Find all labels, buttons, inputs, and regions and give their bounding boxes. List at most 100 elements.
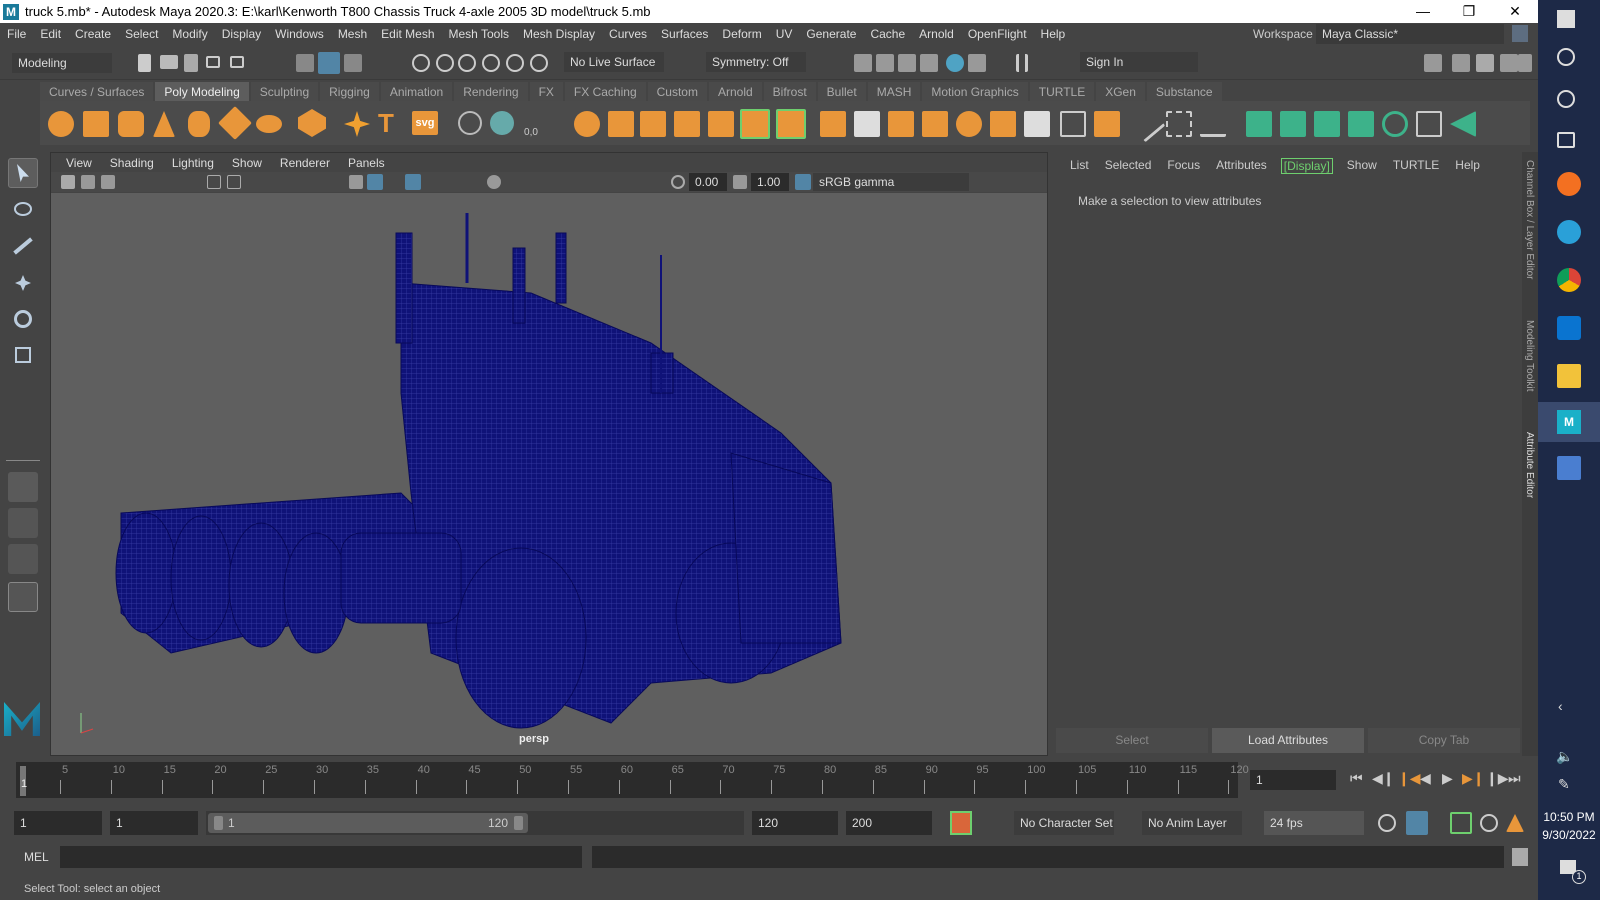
script-editor-icon[interactable] — [1512, 848, 1528, 866]
tab-fx-caching[interactable]: FX Caching — [564, 82, 646, 101]
color-management-icon[interactable] — [795, 174, 811, 190]
menu-mesh-display[interactable]: Mesh Display — [516, 27, 602, 41]
poly-cube-icon[interactable] — [83, 111, 109, 137]
snap-curve-icon[interactable] — [436, 54, 454, 72]
auto-key-icon[interactable] — [950, 811, 972, 835]
tab-bullet[interactable]: Bullet — [817, 82, 866, 101]
grid-icon[interactable] — [207, 175, 221, 189]
menu-display[interactable]: Display — [215, 27, 268, 41]
poly-cone-icon[interactable] — [153, 111, 175, 137]
select-tool-icon[interactable] — [8, 158, 38, 188]
save-scene-icon[interactable] — [184, 54, 198, 72]
new-scene-icon[interactable] — [138, 54, 151, 72]
pen-icon[interactable]: ✎ — [1558, 776, 1570, 793]
tab-attribute-editor[interactable]: Attribute Editor — [1524, 432, 1535, 498]
clock-time[interactable]: 10:50 PM — [1538, 810, 1600, 824]
append-polygon-icon[interactable] — [888, 111, 914, 137]
live-surface-field[interactable]: No Live Surface — [564, 52, 664, 72]
playback-start-field[interactable]: 1 — [110, 811, 198, 835]
colorspace-dropdown[interactable]: sRGB gamma — [813, 173, 969, 191]
edge-icon[interactable] — [1557, 220, 1581, 244]
scene-end-field[interactable]: 200 — [846, 811, 932, 835]
minimize-button[interactable]: — — [1400, 0, 1446, 23]
menu-file[interactable]: File — [0, 27, 33, 41]
attr-menu-help[interactable]: Help — [1447, 158, 1488, 174]
time-slider[interactable]: 1 5 10 15 20 25 30 35 40 45 50 55 60 65 70 75 80 85 90 95 1… — [16, 762, 1249, 798]
render-view-icon[interactable] — [968, 54, 986, 72]
snap-surface-icon[interactable] — [506, 54, 524, 72]
restore-button[interactable]: ❐ — [1446, 0, 1492, 23]
camera-attributes-icon[interactable] — [81, 175, 95, 189]
load-attributes-button[interactable]: Load Attributes — [1212, 728, 1364, 753]
offset-edge-loop-icon[interactable] — [990, 111, 1016, 137]
uv-planar-icon[interactable] — [1246, 111, 1272, 137]
wireframe-icon[interactable] — [349, 175, 363, 189]
go-to-end-icon[interactable]: ⏭ — [1508, 770, 1521, 787]
scale-tool-icon[interactable] — [8, 340, 38, 370]
select-hierarchy-icon[interactable] — [296, 54, 314, 72]
tab-substance[interactable]: Substance — [1146, 82, 1222, 101]
attribute-editor-toggle-icon[interactable] — [1476, 54, 1494, 72]
tab-mash[interactable]: MASH — [867, 82, 921, 101]
sound-icon[interactable] — [1450, 812, 1472, 834]
tab-turtle[interactable]: TURTLE — [1029, 82, 1095, 101]
combine-icon[interactable] — [574, 111, 600, 137]
attr-menu-attributes[interactable]: Attributes — [1208, 158, 1275, 174]
play-forwards-icon[interactable]: ▶ — [1442, 770, 1453, 787]
menu-set-dropdown[interactable]: Modeling — [12, 53, 112, 73]
tab-motion-graphics[interactable]: Motion Graphics — [922, 82, 1028, 101]
uv-automatic-icon[interactable] — [1348, 111, 1374, 137]
panel-menu-shading[interactable]: Shading — [101, 156, 163, 170]
menu-windows[interactable]: Windows — [268, 27, 331, 41]
four-view-layout-icon[interactable] — [8, 508, 38, 538]
copy-tab-button[interactable]: Copy Tab — [1368, 728, 1520, 753]
fill-hole-icon[interactable] — [854, 111, 880, 137]
platonic-solid-icon[interactable] — [298, 109, 326, 137]
menu-edit[interactable]: Edit — [33, 27, 68, 41]
menu-mesh-tools[interactable]: Mesh Tools — [442, 27, 516, 41]
paint-select-tool-icon[interactable] — [8, 232, 38, 262]
loop-icon[interactable] — [1378, 814, 1396, 832]
poly-cylinder-icon[interactable] — [118, 111, 144, 137]
range-slider-track[interactable]: 1 120 — [206, 811, 744, 835]
tab-curves-surfaces[interactable]: Curves / Surfaces — [40, 82, 154, 101]
calculator-icon[interactable] — [1557, 456, 1581, 480]
undo-icon[interactable] — [206, 56, 220, 68]
cortana-icon[interactable] — [1557, 90, 1575, 108]
exposure-icon[interactable] — [671, 175, 685, 189]
character-set-dropdown[interactable]: No Character Set — [1014, 811, 1114, 835]
panel-menu-lighting[interactable]: Lighting — [163, 156, 223, 170]
edit-edge-flow-icon[interactable] — [1128, 105, 1166, 143]
menu-edit-mesh[interactable]: Edit Mesh — [374, 27, 441, 41]
file-explorer-icon[interactable] — [1557, 364, 1581, 388]
tab-channel-box[interactable]: Channel Box / Layer Editor — [1524, 160, 1535, 280]
workspace-dropdown[interactable]: Maya Classic* — [1316, 24, 1504, 44]
show-hidden-icons-icon[interactable]: ‹ — [1558, 698, 1563, 714]
gamma-field[interactable]: 1.00 — [751, 173, 789, 191]
outliner-icon[interactable] — [8, 582, 38, 612]
step-back-key-icon[interactable]: ❙◀ — [1398, 770, 1421, 787]
windows-start-icon[interactable] — [1557, 10, 1575, 28]
symmetry-dropdown[interactable]: Symmetry: Off — [706, 52, 806, 72]
render-icon[interactable] — [876, 54, 894, 72]
hik-icon[interactable] — [1506, 814, 1524, 832]
tab-xgen[interactable]: XGen — [1096, 82, 1145, 101]
uv-unfold-icon[interactable] — [1382, 111, 1408, 137]
camera-based-selection-icon[interactable] — [458, 111, 482, 135]
tab-modeling-toolkit[interactable]: Modeling Toolkit — [1524, 320, 1535, 392]
maya-taskbar-button[interactable]: M — [1538, 402, 1600, 442]
tab-rigging[interactable]: Rigging — [320, 82, 379, 101]
svg-tool-icon[interactable]: svg — [412, 111, 438, 135]
poly-plane-icon[interactable] — [218, 106, 252, 140]
select-object-icon[interactable] — [318, 52, 340, 74]
mirror-icon[interactable] — [640, 111, 666, 137]
fps-dropdown[interactable]: 24 fps — [1264, 811, 1364, 835]
menu-create[interactable]: Create — [68, 27, 118, 41]
ipr-render-icon[interactable] — [898, 54, 916, 72]
search-icon[interactable] — [1557, 48, 1575, 66]
smooth-icon[interactable] — [674, 111, 700, 137]
hypershade-icon[interactable] — [946, 54, 964, 72]
rotate-tool-icon[interactable] — [8, 304, 38, 334]
single-perspective-view-icon[interactable] — [8, 472, 38, 502]
uv-cylindrical-icon[interactable] — [1280, 111, 1306, 137]
